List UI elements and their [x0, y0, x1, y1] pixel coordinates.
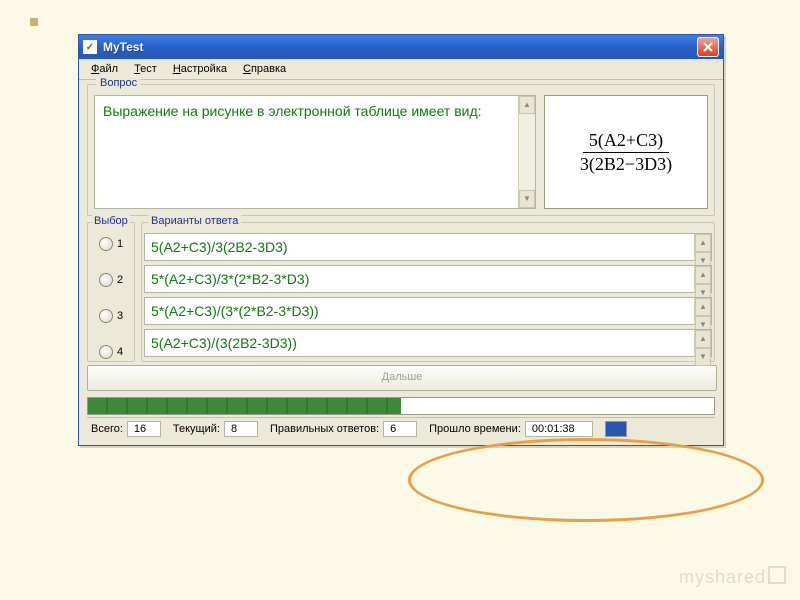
menu-help[interactable]: Справка — [237, 61, 292, 77]
radio-4[interactable] — [99, 345, 113, 359]
answer-option-3[interactable]: 5*(A2+C3)/(3*(2*B2-3*D3)) ▲▼ — [144, 297, 712, 325]
close-button[interactable] — [697, 37, 719, 57]
status-current-label: Текущий: — [169, 421, 224, 437]
answer-text-2: 5*(A2+C3)/3*(2*B2-3*D3) — [151, 271, 309, 287]
status-total-label: Всего: — [87, 421, 127, 437]
watermark: myshared — [679, 565, 786, 588]
scroll-up-icon[interactable]: ▲ — [519, 96, 535, 114]
choice-group: Выбор 1 2 3 4 — [87, 222, 135, 362]
formula-numerator: 5(A2+C3) — [583, 130, 669, 153]
answers-group: Варианты ответа 5(A2+C3)/3(2B2-3D3) ▲▼ 5… — [141, 222, 715, 362]
status-endcap — [605, 421, 627, 437]
status-elapsed-value: 00:01:38 — [525, 421, 593, 437]
answer-text-4: 5(A2+C3)/(3(2B2-3D3)) — [151, 335, 297, 351]
status-total-value: 16 — [127, 421, 161, 437]
status-elapsed-label: Прошло времени: — [425, 421, 525, 437]
radio-label-4: 4 — [117, 346, 123, 358]
radio-label-3: 3 — [117, 310, 123, 322]
radio-label-2: 2 — [117, 274, 123, 286]
client-area: Вопрос Выражение на рисунке в электронно… — [79, 80, 723, 445]
close-icon — [703, 42, 713, 52]
status-bar: Всего: 16 Текущий: 8 Правильных ответов:… — [87, 417, 715, 437]
status-correct-label: Правильных ответов: — [266, 421, 383, 437]
scroll-down-icon[interactable]: ▼ — [519, 190, 535, 208]
answers-legend: Варианты ответа — [148, 215, 241, 227]
question-image: 5(A2+C3) 3(2B2−3D3) — [544, 95, 708, 209]
status-current-value: 8 — [224, 421, 258, 437]
answer-option-4[interactable]: 5(A2+C3)/(3(2B2-3D3)) ▲▼ — [144, 329, 712, 357]
next-button[interactable]: Дальше — [87, 365, 717, 391]
menubar: Файл Тест Настройка Справка — [79, 59, 723, 80]
radio-row-4[interactable]: 4 — [99, 345, 123, 359]
answer-option-2[interactable]: 5*(A2+C3)/3*(2*B2-3*D3) ▲▼ — [144, 265, 712, 293]
question-text-area[interactable]: Выражение на рисунке в электронной табли… — [94, 95, 536, 209]
radio-2[interactable] — [99, 273, 113, 287]
slide-corner-marker — [30, 18, 38, 26]
app-window: ✓ MyTest Файл Тест Настройка Справка Воп… — [78, 34, 724, 446]
formula-denominator: 3(2B2−3D3) — [580, 153, 672, 175]
answer-scrollbar-3[interactable]: ▲▼ — [694, 298, 711, 324]
radio-row-1[interactable]: 1 — [99, 237, 123, 251]
question-text: Выражение на рисунке в электронной табли… — [103, 103, 482, 119]
radio-1[interactable] — [99, 237, 113, 251]
radio-row-2[interactable]: 2 — [99, 273, 123, 287]
menu-settings[interactable]: Настройка — [167, 61, 233, 77]
progress-bar — [87, 397, 715, 415]
answer-scrollbar-2[interactable]: ▲▼ — [694, 266, 711, 292]
window-title: MyTest — [103, 40, 697, 54]
choice-legend: Выбор — [92, 215, 130, 227]
answer-scrollbar-1[interactable]: ▲▼ — [694, 234, 711, 260]
status-correct-value: 6 — [383, 421, 417, 437]
annotation-ellipse — [408, 438, 764, 522]
radio-row-3[interactable]: 3 — [99, 309, 123, 323]
progress-fill — [88, 398, 401, 414]
app-icon: ✓ — [83, 40, 97, 54]
titlebar[interactable]: ✓ MyTest — [79, 35, 723, 59]
answer-scrollbar-4[interactable]: ▲▼ — [694, 330, 711, 356]
question-scrollbar[interactable]: ▲ ▼ — [518, 96, 535, 208]
answer-text-1: 5(A2+C3)/3(2B2-3D3) — [151, 239, 288, 255]
menu-test[interactable]: Тест — [128, 61, 163, 77]
radio-label-1: 1 — [117, 238, 123, 250]
menu-file[interactable]: Файл — [85, 61, 124, 77]
answer-text-3: 5*(A2+C3)/(3*(2*B2-3*D3)) — [151, 303, 319, 319]
answer-option-1[interactable]: 5(A2+C3)/3(2B2-3D3) ▲▼ — [144, 233, 712, 261]
radio-3[interactable] — [99, 309, 113, 323]
question-legend: Вопрос — [96, 77, 141, 89]
question-group: Вопрос Выражение на рисунке в электронно… — [87, 84, 715, 216]
